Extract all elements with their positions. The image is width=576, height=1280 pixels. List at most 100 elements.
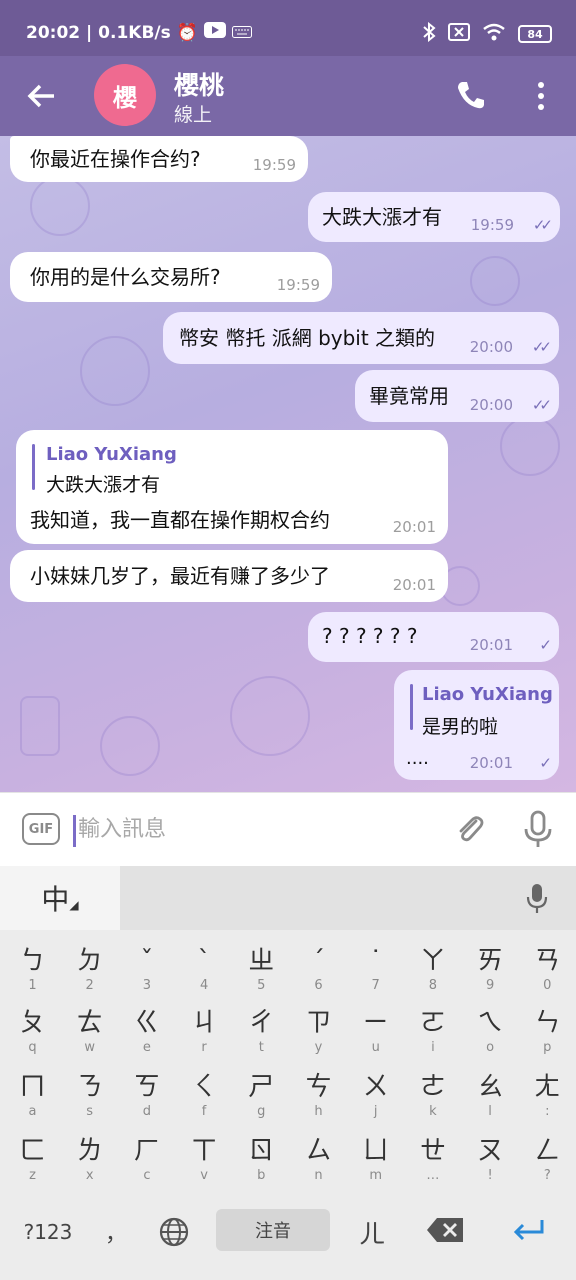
key-label: ㄢ: [534, 946, 561, 976]
globe-icon[interactable]: [152, 1206, 196, 1258]
message-bubble-incoming[interactable]: 你用的是什么交易所? 19:59: [10, 252, 332, 302]
more-options-icon[interactable]: [528, 76, 554, 116]
keyboard-key[interactable]: ㄨj: [347, 1070, 404, 1130]
message-text: 大跌大漲才有: [322, 205, 442, 230]
keyboard-key[interactable]: ㄛi: [404, 1006, 461, 1066]
keyboard-key[interactable]: ㄅ1: [4, 944, 61, 1004]
status-left: 20:02 | 0.1KB/s ⏰: [26, 22, 252, 43]
double-check-icon: ✓✓: [531, 338, 552, 356]
keyboard-key[interactable]: ㄊw: [61, 1006, 118, 1066]
keyboard-key[interactable]: ˊ6: [290, 944, 347, 1004]
key-label: ˋ: [197, 946, 211, 976]
language-label: 中: [41, 883, 70, 916]
keyboard-key[interactable]: ㄤ:: [519, 1070, 576, 1130]
keyboard-key[interactable]: ㄘh: [290, 1070, 347, 1130]
message-bubble-outgoing[interactable]: 大跌大漲才有 19:59 ✓✓: [308, 192, 560, 242]
message-text: 幣安 幣托 派網 bybit 之類的: [179, 326, 436, 351]
keyboard-key[interactable]: ㄙn: [290, 1134, 347, 1194]
phone-icon[interactable]: [452, 76, 490, 114]
message-time: 19:59: [470, 216, 514, 234]
status-right: 84: [422, 21, 552, 46]
keyboard-key[interactable]: ㄖb: [233, 1134, 290, 1194]
voice-input-icon[interactable]: [524, 882, 550, 914]
keyboard-key[interactable]: ㄇa: [4, 1070, 61, 1130]
avatar[interactable]: 櫻: [94, 64, 156, 126]
key-label: ㄡ: [477, 1136, 504, 1166]
status-bar: 20:02 | 0.1KB/s ⏰ 84: [0, 0, 576, 56]
message-bubble-incoming-reply[interactable]: Liao YuXiang 大跌大漲才有 我知道，我一直都在操作期权合约 20:0…: [16, 430, 448, 544]
keyboard-key[interactable]: ㄟo: [462, 1006, 519, 1066]
keyboard-key[interactable]: ㄗy: [290, 1006, 347, 1066]
keyboard-key[interactable]: ㄥ?: [519, 1134, 576, 1194]
keyboard-key[interactable]: ㄋs: [61, 1070, 118, 1130]
keyboard-key[interactable]: ㄜk: [404, 1070, 461, 1130]
message-bubble-incoming[interactable]: 你最近在操作合约? 19:59: [10, 136, 308, 182]
keyboard-key[interactable]: ㄎd: [118, 1070, 175, 1130]
keyboard-key[interactable]: ㄏc: [118, 1134, 175, 1194]
keyboard-key[interactable]: ㄑf: [176, 1070, 233, 1130]
keyboard-key[interactable]: ˙ 7: [347, 944, 404, 1004]
key-label: ㄘ: [305, 1072, 332, 1102]
message-input[interactable]: [78, 811, 438, 847]
keyboard-key[interactable]: ㄕg: [233, 1070, 290, 1130]
message-bubble-outgoing-reply[interactable]: Liao YuXiang 是男的啦 .... 20:01 ✓: [394, 670, 559, 780]
message-time: 19:59: [276, 276, 320, 294]
avatar-text: 櫻: [113, 83, 137, 112]
key-sublabel: r: [201, 1040, 207, 1055]
paperclip-icon[interactable]: [452, 811, 488, 847]
keyboard-key[interactable]: ㄌx: [61, 1134, 118, 1194]
key-sublabel: 7: [371, 978, 380, 993]
keyboard-key[interactable]: ㄡ!: [462, 1134, 519, 1194]
contact-name[interactable]: 櫻桃: [174, 66, 224, 102]
symbols-key[interactable]: ?123: [16, 1206, 80, 1258]
keyboard-key[interactable]: ㄣp: [519, 1006, 576, 1066]
key-label: ㄠ: [477, 1072, 504, 1102]
key-sublabel: i: [431, 1040, 435, 1055]
key-sublabel: e: [142, 1040, 151, 1055]
message-bubble-incoming[interactable]: 小妹妹几岁了，最近有赚了多少了 20:01: [10, 550, 448, 602]
message-bubble-outgoing[interactable]: ? ? ? ? ? ? 20:01 ✓: [308, 612, 559, 662]
keyboard-key[interactable]: ㄚ8: [404, 944, 461, 1004]
keyboard-key[interactable]: ㄠl: [462, 1070, 519, 1130]
keyboard-key[interactable]: ㄍe: [118, 1006, 175, 1066]
message-bubble-outgoing[interactable]: 畢竟常用 20:00 ✓✓: [355, 370, 559, 422]
key-label: ㄚ: [419, 946, 446, 976]
enter-icon[interactable]: [506, 1212, 552, 1248]
key-sublabel: j: [373, 1104, 378, 1119]
keyboard-key[interactable]: ㄐr: [176, 1006, 233, 1066]
language-switch-key[interactable]: 中 ◢: [0, 866, 120, 930]
key-label: ㄋ: [76, 1072, 103, 1102]
punctuation-key-label: ，: [104, 1222, 127, 1247]
er-key[interactable]: ㄦ: [350, 1206, 394, 1258]
keyboard-key[interactable]: ㄆq: [4, 1006, 61, 1066]
doodle-icon: [80, 336, 150, 406]
key-label: ㄑ: [191, 1072, 218, 1102]
sim-icon: [448, 23, 470, 45]
keyboard-key[interactable]: ㄝ…: [404, 1134, 461, 1194]
keyboard-key[interactable]: ㄉ2: [61, 944, 118, 1004]
key-label: ㄗ: [305, 1008, 332, 1038]
keyboard-key[interactable]: ㄈz: [4, 1134, 61, 1194]
backspace-icon[interactable]: [424, 1212, 466, 1248]
microphone-icon[interactable]: [520, 809, 556, 849]
keyboard-key[interactable]: ㄒv: [176, 1134, 233, 1194]
space-key[interactable]: 注音: [216, 1209, 330, 1251]
punctuation-key[interactable]: ，: [96, 1206, 136, 1258]
keyboard-key[interactable]: ㄧu: [347, 1006, 404, 1066]
keyboard-key[interactable]: ㄩm: [347, 1134, 404, 1194]
symbols-key-label: ?123: [23, 1220, 73, 1244]
back-arrow-icon[interactable]: [24, 78, 60, 114]
keyboard-key[interactable]: ˋ4: [176, 944, 233, 1004]
keyboard-key[interactable]: ㄓ5: [233, 944, 290, 1004]
triangle-icon: ◢: [69, 898, 79, 912]
keyboard-key[interactable]: ˇ3: [118, 944, 175, 1004]
key-label: ㄍ: [133, 1008, 160, 1038]
gif-button[interactable]: GIF: [22, 813, 60, 845]
key-sublabel: :: [545, 1104, 550, 1119]
keyboard-key[interactable]: ㄢ0: [519, 944, 576, 1004]
keyboard-key[interactable]: ㄞ9: [462, 944, 519, 1004]
keyboard-key[interactable]: ㄔt: [233, 1006, 290, 1066]
chat-area[interactable]: 你最近在操作合约? 19:59 大跌大漲才有 19:59 ✓✓ 你用的是什么交易…: [0, 136, 576, 792]
key-label: ㄎ: [133, 1072, 160, 1102]
message-bubble-outgoing[interactable]: 幣安 幣托 派網 bybit 之類的 20:00 ✓✓: [163, 312, 559, 364]
